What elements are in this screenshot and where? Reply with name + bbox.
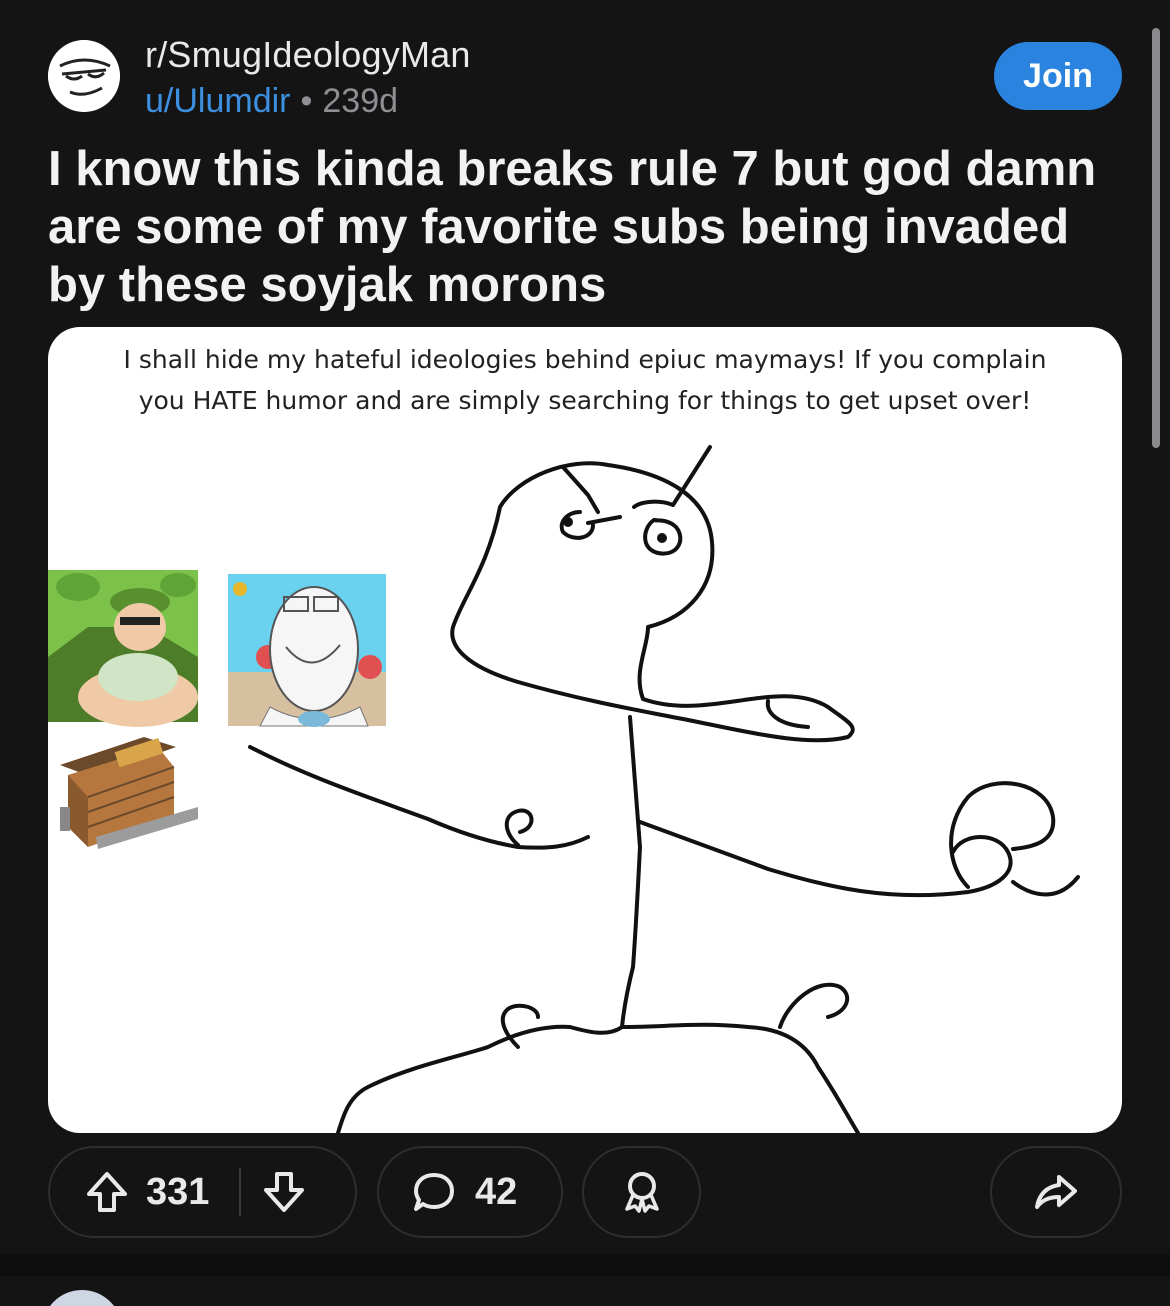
thumbnail-wooden-cabin xyxy=(60,737,198,849)
share-button[interactable] xyxy=(990,1146,1122,1238)
upvote-count: 331 xyxy=(146,1170,210,1213)
subreddit-avatar[interactable] xyxy=(48,40,120,112)
vote-control: 331 xyxy=(48,1146,357,1238)
subreddit-name[interactable]: r/SmugIdeologyMan xyxy=(145,34,471,76)
next-post-peek xyxy=(0,1276,1170,1306)
share-arrow-icon xyxy=(1033,1169,1079,1215)
comments-button[interactable]: 42 xyxy=(377,1146,563,1238)
post-card: r/SmugIdeologyMan u/Ulumdir • 239d Join I … xyxy=(0,0,1170,1254)
thumbnail-character-green-coat xyxy=(48,570,198,727)
post-meta: u/Ulumdir • 239d xyxy=(145,82,398,121)
author-link[interactable]: u/Ulumdir xyxy=(145,82,290,120)
join-button[interactable]: Join xyxy=(994,42,1122,110)
arrow-down-icon[interactable] xyxy=(261,1169,307,1215)
thumbnail-wojak-face xyxy=(228,574,386,727)
vote-divider xyxy=(239,1168,242,1216)
stick-figure-drawing xyxy=(248,445,1080,1133)
post-age: 239d xyxy=(322,82,399,120)
arrow-up-icon[interactable] xyxy=(84,1169,130,1215)
speech-bubble-icon xyxy=(411,1169,457,1215)
meme-drawing xyxy=(48,445,1080,1133)
post-title[interactable]: I know this kinda breaks rule 7 but god … xyxy=(48,140,1128,314)
scrollbar[interactable] xyxy=(1152,28,1160,448)
comment-count: 42 xyxy=(475,1170,518,1213)
post-image[interactable]: I shall hide my hateful ideologies behin… xyxy=(48,327,1122,1133)
meta-separator: • xyxy=(300,82,313,120)
reddit-post-screen: r/SmugIdeologyMan u/Ulumdir • 239d Join I … xyxy=(0,0,1170,1306)
award-ribbon-icon xyxy=(619,1169,665,1215)
award-button[interactable] xyxy=(582,1146,701,1238)
